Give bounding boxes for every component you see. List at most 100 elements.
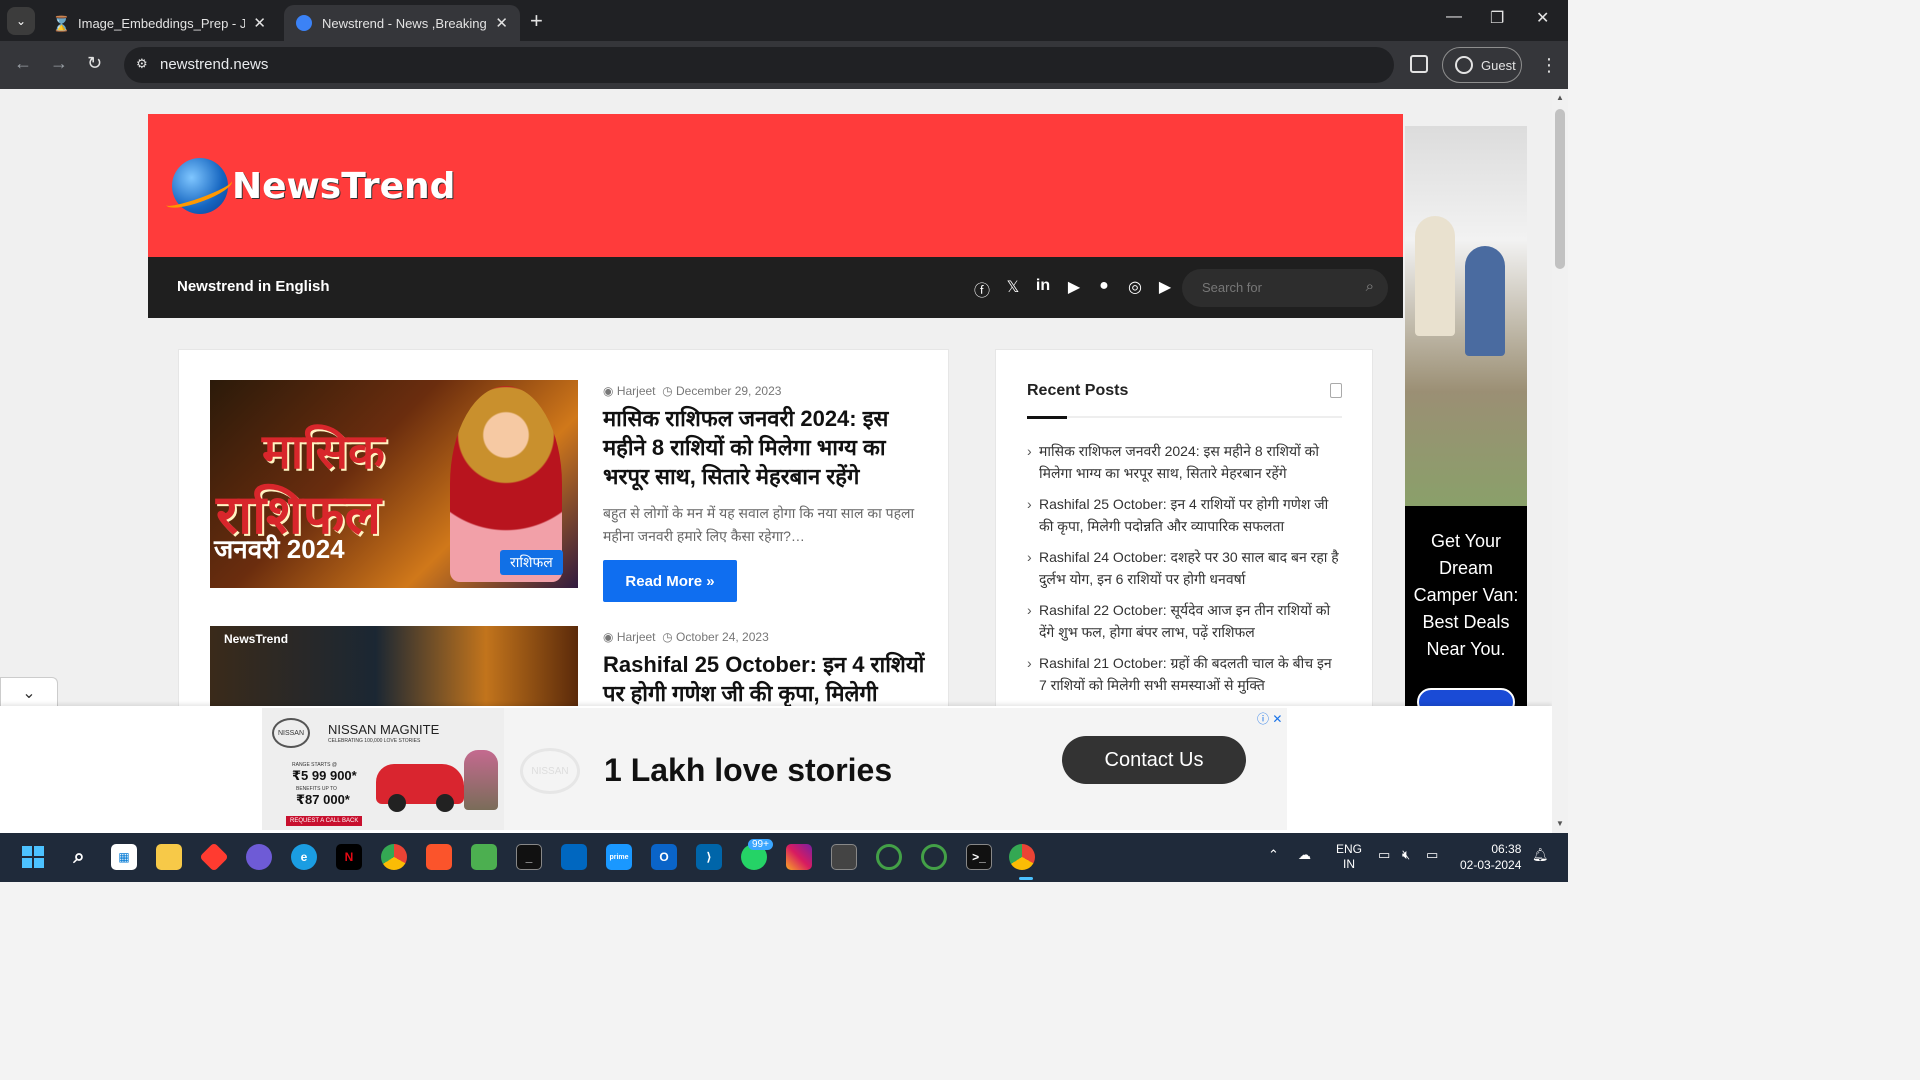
clock-icon: ◷ (662, 630, 673, 644)
recent-post-link[interactable]: Rashifal 21 October: ग्रहों की बदलती चाल… (1027, 652, 1342, 696)
side-panel-icon[interactable] (1410, 55, 1428, 73)
widget-heading: Recent Posts (1027, 382, 1129, 399)
search-icon[interactable]: ⌕ (66, 844, 92, 870)
collapse-ad-button[interactable]: ⌄ (0, 677, 58, 707)
page-scrollbar[interactable]: ▲ ▼ (1552, 89, 1568, 833)
menu-icon[interactable]: ⋮ (1540, 55, 1558, 76)
app-icon[interactable] (471, 844, 497, 870)
post-title[interactable]: Rashifal 25 October: इन 4 राशियों पर होग… (603, 650, 943, 708)
ad-headline: 1 Lakh love stories (604, 752, 893, 788)
active-indicator (1019, 877, 1033, 880)
page-viewport: NewsTrend Newstrend in English ⓕ 𝕏 in ▶ … (0, 89, 1552, 833)
tab-jupyter[interactable]: ⌛ Image_Embeddings_Prep - Jupy ✕ (40, 5, 278, 41)
language-indicator[interactable]: ENG IN (1336, 842, 1362, 872)
instagram-icon[interactable]: ◎ (1125, 277, 1145, 297)
ad-benefits: ₹87 000* (296, 792, 350, 807)
read-more-button[interactable]: Read More » (603, 560, 737, 602)
author-icon: ◉ (603, 630, 614, 644)
search-icon[interactable]: ⌕ (1366, 278, 1374, 295)
terminal-icon[interactable]: _ (516, 844, 542, 870)
outlook-icon[interactable]: O (651, 844, 677, 870)
close-window-icon[interactable]: ✕ (1536, 8, 1549, 28)
windows-start-icon[interactable] (20, 844, 46, 870)
ad-subtitle: CELEBRATING 100,000 LOVE STORIES (328, 738, 421, 744)
post-meta: ◉ Harjeet ◷ December 29, 2023 (603, 384, 781, 398)
notification-badge: 99+ (748, 839, 773, 850)
store-icon[interactable]: ▦ (111, 844, 137, 870)
facebook-icon[interactable]: ⓕ (972, 277, 992, 301)
cloud-icon[interactable]: ☁ (1298, 847, 1311, 863)
netflix-icon[interactable]: N (336, 844, 362, 870)
scrollbar-thumb[interactable] (1555, 109, 1565, 269)
volume-muted-icon[interactable]: 🔇︎ (1402, 847, 1410, 863)
recent-post-link[interactable]: मासिक राशिफल जनवरी 2024: इस महीने 8 राशि… (1027, 440, 1342, 484)
lang-code: ENG (1336, 842, 1363, 856)
network-icon[interactable]: ▭ (1378, 847, 1390, 863)
vscode-icon[interactable]: ⟩ (696, 844, 722, 870)
post-title[interactable]: मासिक राशिफल जनवरी 2024: इस महीने 8 राशि… (603, 404, 933, 491)
ad-search-button[interactable] (1417, 688, 1515, 706)
notifications-bell-icon[interactable]: 🔔︎ (1532, 847, 1549, 863)
chrome-active-icon[interactable] (1009, 844, 1035, 870)
reload-icon[interactable]: ↻ (87, 53, 102, 74)
tab-newstrend[interactable]: Newstrend - News ,Breaking Ne ✕ (284, 5, 520, 41)
post-meta: ◉ Harjeet ◷ October 24, 2023 (603, 630, 769, 644)
app-icon[interactable] (246, 844, 272, 870)
instagram-icon[interactable] (786, 844, 812, 870)
apple-icon[interactable]: ● (1094, 277, 1114, 295)
terminal-icon[interactable]: >_ (966, 844, 992, 870)
post-author[interactable]: Harjeet (617, 384, 656, 398)
edge-icon[interactable]: e (291, 844, 317, 870)
battery-icon[interactable]: ▭ (1426, 847, 1438, 863)
post-author[interactable]: Harjeet (617, 630, 656, 644)
contact-us-button[interactable]: Contact Us (1062, 736, 1246, 784)
nav-english-link[interactable]: Newstrend in English (177, 278, 330, 295)
clock[interactable]: 06:38 02-03-2024 (1460, 841, 1521, 873)
restore-icon[interactable]: ❐ (1490, 8, 1504, 28)
scroll-down-icon[interactable]: ▼ (1556, 819, 1564, 828)
tab-bar: ⌄ ⌛ Image_Embeddings_Prep - Jupy ✕ Newst… (0, 0, 1568, 41)
hourglass-icon: ⌛ (52, 16, 71, 33)
chrome-icon[interactable] (381, 844, 407, 870)
side-ad[interactable]: Get Your Dream Camper Van: Best Deals Ne… (1405, 126, 1527, 706)
chevron-up-icon[interactable]: ⌃ (1268, 847, 1279, 863)
close-tab-icon[interactable]: ✕ (253, 14, 266, 32)
ad-photo (1405, 126, 1527, 506)
file-explorer-icon[interactable] (156, 844, 182, 870)
new-tab-button[interactable]: + (530, 8, 543, 34)
minimize-icon[interactable]: — (1446, 8, 1462, 26)
site-logo[interactable]: NewsTrend (172, 158, 455, 214)
app-icon[interactable] (561, 844, 587, 870)
close-tab-icon[interactable]: ✕ (495, 14, 508, 32)
forward-icon[interactable]: → (50, 53, 68, 74)
post-thumbnail[interactable]: मासिक राशिफल जनवरी 2024 राशिफल (210, 380, 578, 588)
app-icon[interactable] (199, 842, 229, 872)
play-icon[interactable]: ▶ (1155, 277, 1175, 297)
address-bar[interactable]: ⚙ newstrend.news (124, 47, 1394, 83)
prime-video-icon[interactable]: prime (606, 844, 632, 870)
app-icon[interactable] (831, 844, 857, 870)
x-icon[interactable]: 𝕏 (1003, 277, 1023, 297)
thumb-text: जनवरी 2024 (214, 534, 345, 564)
brave-icon[interactable] (426, 844, 452, 870)
profile-button[interactable]: Guest (1442, 47, 1522, 83)
tab-search-button[interactable]: ⌄ (7, 7, 35, 35)
site-info-icon[interactable]: ⚙ (136, 56, 152, 72)
youtube-icon[interactable]: ▶ (1064, 277, 1084, 297)
linkedin-icon[interactable]: in (1033, 277, 1053, 295)
nissan-logo: NISSAN (520, 748, 580, 794)
site-search-input[interactable]: Search for ⌕ (1182, 269, 1388, 307)
recent-post-link[interactable]: Rashifal 22 October: सूर्यदेव आज इन तीन … (1027, 599, 1342, 643)
app-icon[interactable] (876, 844, 902, 870)
adchoices-icon[interactable]: ⓘ ✕ (1257, 710, 1282, 727)
app-icon[interactable] (921, 844, 947, 870)
scroll-up-icon[interactable]: ▲ (1556, 93, 1564, 102)
recent-post-link[interactable]: Rashifal 25 October: इन 4 राशियों पर होग… (1027, 493, 1342, 537)
url-text[interactable]: newstrend.news (160, 56, 268, 73)
recent-post-link[interactable]: Rashifal 24 October: दशहरे पर 30 साल बाद… (1027, 546, 1342, 590)
ad-callback-button[interactable]: REQUEST A CALL BACK (286, 816, 363, 826)
category-badge[interactable]: राशिफल (500, 550, 563, 575)
back-icon[interactable]: ← (14, 53, 32, 74)
ad-creative[interactable]: NISSAN NISSAN MAGNITE CELEBRATING 100,00… (262, 708, 1287, 830)
globe-favicon-icon (296, 15, 312, 31)
